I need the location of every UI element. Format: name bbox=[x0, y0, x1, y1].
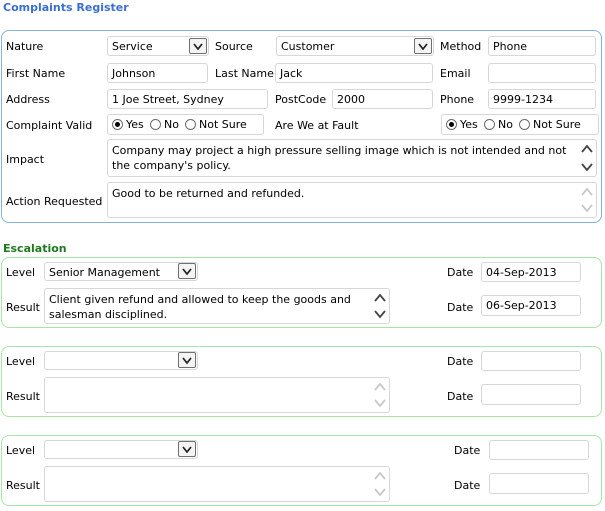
complaint-valid-label: Complaint Valid bbox=[6, 119, 93, 132]
result-label: Result bbox=[6, 479, 40, 492]
fault-not-sure-radio[interactable] bbox=[519, 119, 530, 130]
date-label: Date bbox=[447, 355, 474, 368]
chevron-down-icon bbox=[182, 446, 192, 454]
phone-input[interactable]: 9999-1234 bbox=[488, 89, 596, 109]
action-requested-textarea[interactable]: Good to be returned and refunded. bbox=[107, 182, 597, 218]
date-label: Date bbox=[447, 301, 474, 314]
at-fault-label: Are We at Fault bbox=[275, 119, 359, 132]
chevron-down-icon bbox=[182, 268, 192, 276]
chevron-down-icon bbox=[193, 43, 203, 51]
result-scrollbar[interactable] bbox=[373, 291, 387, 321]
postcode-label: PostCode bbox=[275, 93, 327, 106]
escalation-block-1: Level Senior Management Date 04-Sep-2013… bbox=[1, 257, 602, 328]
fault-yes-label: Yes bbox=[460, 118, 478, 131]
action-requested-label: Action Requested bbox=[6, 195, 103, 208]
valid-no-label: No bbox=[164, 118, 179, 131]
at-fault-radio-group: Yes No Not Sure bbox=[441, 114, 599, 135]
level-label: Level bbox=[6, 444, 36, 457]
action-requested-text: Good to be returned and refunded. bbox=[112, 187, 305, 200]
date-label: Date bbox=[447, 266, 474, 279]
complaint-valid-radio-group: Yes No Not Sure bbox=[107, 114, 264, 135]
scroll-up-icon bbox=[581, 187, 593, 196]
valid-yes-radio[interactable] bbox=[112, 119, 123, 130]
scroll-up-icon bbox=[374, 471, 386, 480]
postcode-input[interactable]: 2000 bbox=[332, 89, 433, 109]
result-textarea[interactable]: Client given refund and allowed to keep … bbox=[44, 288, 390, 324]
level-date-input[interactable]: 04-Sep-2013 bbox=[481, 262, 581, 282]
result-scrollbar[interactable] bbox=[373, 380, 387, 410]
date-label: Date bbox=[454, 479, 481, 492]
result-label: Result bbox=[6, 301, 40, 314]
chevron-down-icon bbox=[418, 43, 428, 51]
result-label: Result bbox=[6, 390, 40, 403]
impact-textarea[interactable]: Company may project a high pressure sell… bbox=[107, 139, 597, 177]
chevron-down-icon bbox=[182, 357, 192, 365]
source-select-value: Customer bbox=[281, 40, 335, 53]
method-input[interactable]: Phone bbox=[488, 36, 596, 56]
email-label: Email bbox=[440, 67, 471, 80]
date-label: Date bbox=[454, 444, 481, 457]
email-input[interactable] bbox=[488, 63, 596, 83]
action-scrollbar[interactable] bbox=[580, 185, 594, 215]
result-textarea[interactable] bbox=[44, 466, 390, 502]
scroll-down-icon bbox=[581, 163, 593, 172]
escalation-block-3: Level Date Result Date bbox=[1, 435, 602, 506]
first-name-label: First Name bbox=[6, 67, 66, 80]
last-name-label: Last Name bbox=[215, 67, 274, 80]
scroll-down-icon bbox=[374, 310, 386, 319]
nature-dropdown-button[interactable] bbox=[189, 38, 207, 54]
level-select-value: Senior Management bbox=[49, 266, 160, 279]
level-label: Level bbox=[6, 355, 36, 368]
impact-text: Company may project a high pressure sell… bbox=[112, 144, 567, 172]
scroll-up-icon bbox=[374, 382, 386, 391]
level-select[interactable] bbox=[44, 440, 198, 459]
scroll-down-icon bbox=[374, 488, 386, 497]
level-select[interactable]: Senior Management bbox=[44, 262, 198, 281]
result-text: Client given refund and allowed to keep … bbox=[49, 293, 351, 321]
level-dropdown-button[interactable] bbox=[178, 441, 196, 457]
scroll-down-icon bbox=[581, 204, 593, 213]
level-date-input[interactable] bbox=[481, 351, 581, 371]
method-label: Method bbox=[440, 40, 482, 53]
result-textarea[interactable] bbox=[44, 377, 390, 413]
valid-no-radio[interactable] bbox=[150, 119, 161, 130]
address-label: Address bbox=[6, 93, 50, 106]
fault-not-sure-label: Not Sure bbox=[533, 118, 581, 131]
nature-label: Nature bbox=[6, 40, 44, 53]
fault-yes-radio[interactable] bbox=[446, 119, 457, 130]
valid-yes-label: Yes bbox=[126, 118, 144, 131]
fault-no-radio[interactable] bbox=[484, 119, 495, 130]
first-name-input[interactable]: Johnson bbox=[107, 63, 208, 83]
source-label: Source bbox=[215, 40, 253, 53]
source-dropdown-button[interactable] bbox=[414, 38, 432, 54]
phone-label: Phone bbox=[440, 93, 475, 106]
fault-no-label: No bbox=[498, 118, 513, 131]
result-scrollbar[interactable] bbox=[373, 469, 387, 499]
level-label: Level bbox=[6, 266, 36, 279]
level-date-input[interactable] bbox=[489, 440, 589, 460]
escalation-block-2: Level Date Result Date bbox=[1, 346, 602, 417]
nature-select-value: Service bbox=[112, 40, 153, 53]
impact-scrollbar[interactable] bbox=[580, 142, 594, 174]
level-dropdown-button[interactable] bbox=[178, 263, 196, 279]
result-date-input[interactable] bbox=[489, 473, 589, 494]
result-date-input[interactable]: 06-Sep-2013 bbox=[481, 295, 581, 316]
valid-not-sure-label: Not Sure bbox=[199, 118, 247, 131]
source-select[interactable]: Customer bbox=[276, 36, 434, 56]
impact-label: Impact bbox=[6, 153, 45, 166]
complaints-title: Complaints Register bbox=[3, 1, 129, 14]
escalation-title: Escalation bbox=[3, 242, 67, 255]
result-date-input[interactable] bbox=[481, 384, 581, 405]
scroll-down-icon bbox=[374, 399, 386, 408]
level-select[interactable] bbox=[44, 351, 198, 370]
address-input[interactable]: 1 Joe Street, Sydney bbox=[107, 89, 268, 109]
date-label: Date bbox=[447, 390, 474, 403]
complaints-panel: Nature Service Source Customer Method Ph… bbox=[1, 30, 602, 223]
scroll-up-icon bbox=[581, 144, 593, 153]
level-dropdown-button[interactable] bbox=[178, 352, 196, 368]
last-name-input[interactable]: Jack bbox=[275, 63, 433, 83]
scroll-up-icon bbox=[374, 293, 386, 302]
valid-not-sure-radio[interactable] bbox=[185, 119, 196, 130]
